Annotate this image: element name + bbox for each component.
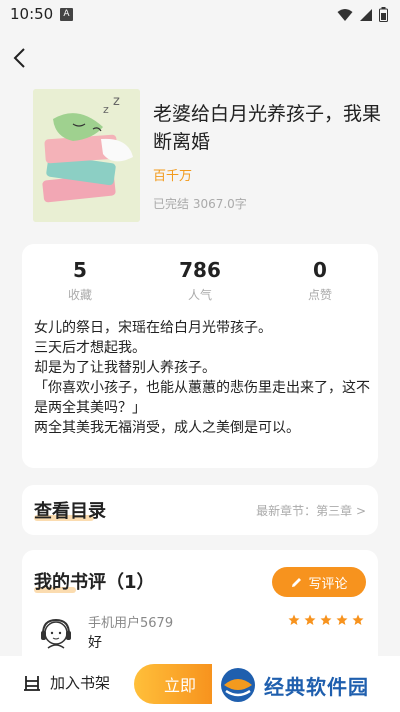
- back-button[interactable]: [10, 46, 32, 70]
- star-icon: [352, 614, 364, 625]
- review-text: 好: [88, 635, 102, 651]
- write-review-button[interactable]: 写评论: [272, 567, 366, 597]
- star-icon: [336, 614, 348, 625]
- reviews-title: 我的书评（1）: [34, 572, 155, 593]
- book-title: 老婆给白月光养孩子，我果断离婚: [153, 103, 382, 153]
- status-time: 10:50: [10, 5, 54, 23]
- pencil-icon: [292, 577, 302, 587]
- stat-value: 786: [179, 258, 221, 282]
- signal-icon: [360, 8, 372, 21]
- review-username: 手机用户5679: [88, 616, 174, 631]
- wifi-icon: [337, 8, 353, 21]
- watermark-logo-icon: [221, 668, 255, 702]
- watermark: 经典软件园: [212, 658, 400, 712]
- book-cover[interactable]: z z: [33, 89, 140, 222]
- write-review-label: 写评论: [308, 576, 348, 592]
- star-icon: [288, 614, 300, 625]
- battery-icon: [379, 7, 388, 22]
- stat-value: 0: [313, 258, 327, 282]
- read-now-label: 立即: [164, 676, 197, 695]
- system-icons: [337, 7, 388, 22]
- watermark-text: 经典软件园: [264, 674, 369, 699]
- stat-label: 点赞: [307, 288, 332, 302]
- cover-illustration: z z: [33, 89, 140, 222]
- add-to-shelf-label: 加入书架: [50, 674, 111, 692]
- notification-icon: A: [60, 8, 73, 21]
- add-to-shelf-button[interactable]: 加入书架: [22, 672, 110, 693]
- review-rating: [288, 614, 364, 626]
- bookshelf-icon: [24, 675, 40, 691]
- stat-favorites: 5 收藏: [30, 258, 130, 303]
- star-icon: [304, 614, 316, 625]
- stat-popularity: 786 人气: [150, 258, 250, 303]
- avatar-icon: [41, 618, 71, 649]
- svg-text:z: z: [103, 103, 109, 116]
- book-intro: 女儿的祭日，宋瑶在给白月光带孩子。 三天后才想起我。 却是为了让我替别人养孩子。…: [34, 320, 370, 436]
- chevron-left-icon: [13, 48, 25, 68]
- stat-label: 收藏: [67, 288, 92, 302]
- avatar[interactable]: [36, 614, 76, 654]
- svg-text:z: z: [113, 94, 120, 109]
- stat-likes: 0 点赞: [270, 258, 370, 303]
- read-now-button[interactable]: 立即: [134, 664, 212, 704]
- book-status: 已完结 3067.0字: [153, 197, 247, 211]
- star-icon: [320, 614, 332, 625]
- stat-label: 人气: [187, 288, 212, 302]
- toc-card[interactable]: 查看目录 最新章节：第三章 >: [22, 485, 378, 535]
- toc-title: 查看目录: [34, 501, 106, 522]
- stat-value: 5: [73, 258, 87, 282]
- info-card: 5 收藏 786 人气 0 点赞 女儿的祭日，宋瑶在给白月光带孩子。 三天后才想…: [22, 244, 378, 468]
- book-author[interactable]: 百千万: [153, 165, 192, 184]
- latest-chapter-link[interactable]: 最新章节：第三章 >: [256, 502, 366, 519]
- status-bar: 10:50 A: [0, 0, 400, 30]
